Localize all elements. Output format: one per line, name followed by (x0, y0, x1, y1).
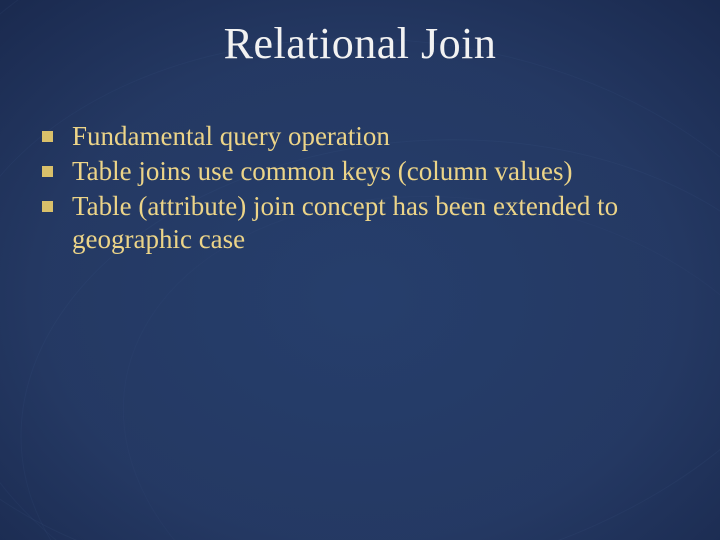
background-swirl (0, 0, 720, 540)
list-item: Fundamental query operation (34, 120, 680, 153)
list-item: Table (attribute) join concept has been … (34, 190, 680, 256)
square-bullet-icon (42, 201, 53, 212)
slide-title: Relational Join (0, 18, 720, 69)
list-item-text: Fundamental query operation (72, 121, 390, 151)
square-bullet-icon (42, 131, 53, 142)
square-bullet-icon (42, 166, 53, 177)
list-item: Table joins use common keys (column valu… (34, 155, 680, 188)
bullet-list: Fundamental query operation Table joins … (34, 120, 680, 256)
list-item-text: Table joins use common keys (column valu… (72, 156, 573, 186)
background-swirl (0, 0, 720, 540)
slide: Relational Join Fundamental query operat… (0, 0, 720, 540)
slide-body: Fundamental query operation Table joins … (34, 120, 680, 258)
list-item-text: Table (attribute) join concept has been … (72, 191, 618, 254)
